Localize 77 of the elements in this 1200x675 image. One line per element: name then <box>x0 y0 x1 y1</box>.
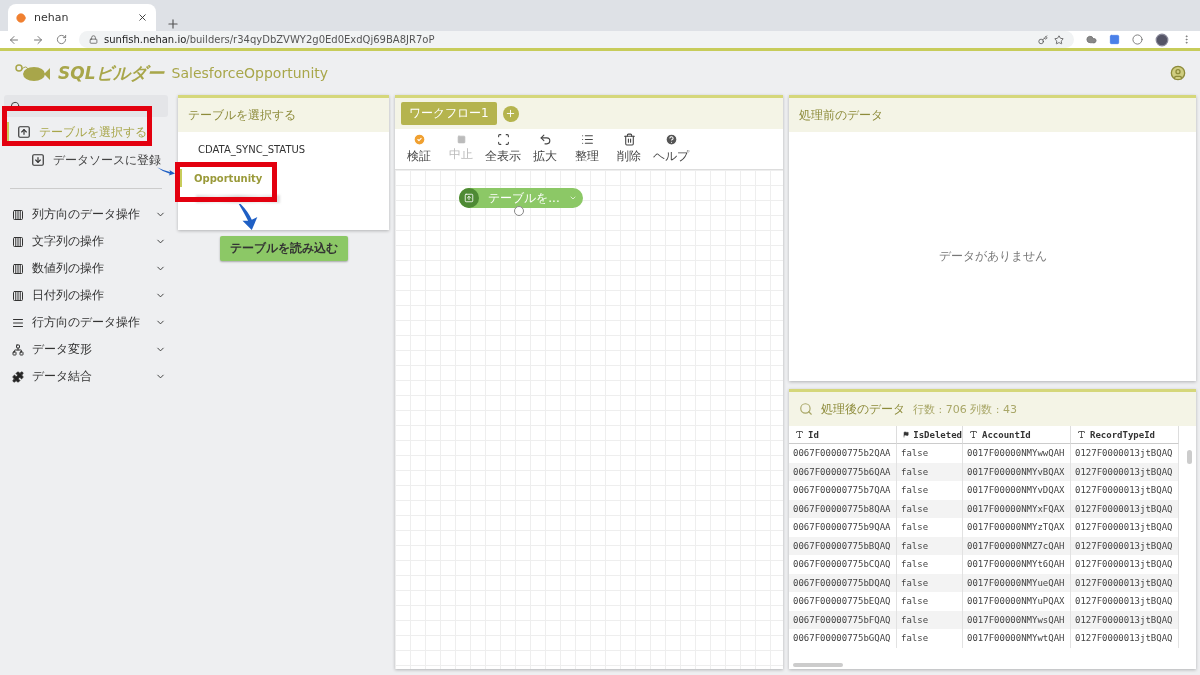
text-type-icon <box>795 430 804 439</box>
category-item[interactable]: 日付列の操作 <box>0 282 172 309</box>
table-item[interactable]: CDATA_SYNC_STATUS <box>182 140 312 158</box>
extension-icon[interactable] <box>1109 34 1120 45</box>
toolbar-button[interactable]: 検証 <box>399 133 439 165</box>
address-bar[interactable]: sunfish.nehan.io/builders/r34qyDbZVWY2g0Ed0ExdQj69BA8JR7oP <box>79 31 1074 48</box>
new-tab-icon[interactable] <box>166 17 180 31</box>
node-port[interactable] <box>514 206 524 216</box>
table-cell: 0067F00000775bCQAQ <box>789 555 897 574</box>
download-icon <box>31 153 45 167</box>
table-cell: 0067F00000775b9QAA <box>789 518 897 537</box>
pointer-arrow <box>238 204 260 230</box>
forward-icon[interactable] <box>32 33 44 46</box>
toolbar-button[interactable]: 削除 <box>609 133 649 165</box>
table-cell: 0067F00000775b7QAA <box>789 481 897 500</box>
empty-message: データがありません <box>938 248 1047 265</box>
account-icon[interactable] <box>1170 65 1186 81</box>
puzzle-icon <box>12 370 24 383</box>
search-icon[interactable] <box>799 402 813 416</box>
avatar-icon[interactable] <box>1155 32 1169 47</box>
plus-icon <box>505 108 517 119</box>
extension-icon[interactable] <box>1132 34 1143 45</box>
toolbar-button[interactable]: 拡大 <box>525 133 565 165</box>
key-icon[interactable] <box>1038 34 1048 45</box>
columns-icon <box>12 208 24 221</box>
stop-icon <box>456 135 466 144</box>
category-item[interactable]: 列方向のデータ操作 <box>0 201 172 228</box>
favicon-icon <box>16 12 26 23</box>
trash-icon <box>622 133 636 146</box>
cloud-icon[interactable] <box>1086 34 1097 45</box>
upload-icon <box>17 125 31 139</box>
table-cell: 0067F00000775bGQAQ <box>789 629 897 648</box>
category-item[interactable]: データ変形 <box>0 336 172 363</box>
caret-icon <box>569 194 577 202</box>
help-icon <box>664 133 678 146</box>
toolbar-button[interactable]: ヘルプ <box>651 133 691 165</box>
app-logo: SQLビルダー <box>58 61 164 85</box>
list-icon <box>580 133 594 146</box>
columns-icon <box>12 262 24 275</box>
toolbar-button[interactable]: 全表示 <box>483 133 523 165</box>
back-arrow-icon <box>538 133 552 146</box>
flag-icon <box>903 430 910 439</box>
load-table-button[interactable]: テーブルを読み込む <box>219 236 348 261</box>
scrollbar-thumb[interactable] <box>793 663 843 667</box>
back-icon[interactable] <box>8 33 20 46</box>
columns-icon <box>12 289 24 302</box>
text-type-icon <box>1077 430 1086 439</box>
star-icon[interactable] <box>1054 34 1064 45</box>
category-item[interactable]: データ結合 <box>0 363 172 390</box>
category-item[interactable]: 数値列の操作 <box>0 255 172 282</box>
tab-title: nehan <box>34 11 69 24</box>
text-type-icon <box>969 430 978 439</box>
sidebar-item[interactable]: データソースに登録 <box>20 150 161 170</box>
add-workflow-button[interactable] <box>502 105 519 122</box>
columns-icon <box>12 235 24 248</box>
category-item[interactable]: 文字列の操作 <box>0 228 172 255</box>
check-icon <box>412 133 426 146</box>
row-column-count: 行数 : 706 列数 : 43 <box>913 401 1017 417</box>
panel-title: 処理前のデータ <box>799 106 883 124</box>
reload-icon[interactable] <box>56 34 67 45</box>
panel-title: テーブルを選択する <box>188 106 296 124</box>
toolbar-button[interactable]: 整理 <box>567 133 607 165</box>
branch-icon <box>12 343 24 356</box>
category-item[interactable]: 行方向のデータ操作 <box>0 309 172 336</box>
close-icon[interactable] <box>137 12 148 23</box>
app-title: SalesforceOpportunity <box>171 65 329 81</box>
upload-icon <box>459 188 479 208</box>
panel-title: 処理後のデータ <box>821 400 905 418</box>
scrollbar-thumb[interactable] <box>1187 450 1192 464</box>
pointer-arrow <box>157 165 175 177</box>
fit-screen-icon <box>496 133 510 146</box>
lock-icon <box>89 35 98 44</box>
fish-logo-icon <box>14 63 50 83</box>
browser-tab[interactable]: nehan <box>8 4 156 31</box>
table-cell: 0067F00000775bEQAQ <box>789 592 897 611</box>
rows-icon <box>12 316 24 329</box>
table-cell: 0067F00000775b2QAA <box>789 444 897 463</box>
